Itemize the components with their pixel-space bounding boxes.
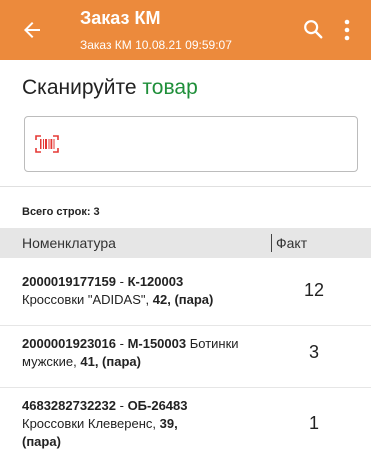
row-line-3: (пара) xyxy=(22,433,272,450)
more-options-icon[interactable] xyxy=(344,18,350,42)
scan-prompt: Сканируйте товар xyxy=(22,76,198,100)
item-article: М-150003 xyxy=(127,336,187,351)
item-size: 41 xyxy=(80,354,95,369)
column-header-fact: Факт xyxy=(276,235,308,251)
column-header-name: Номенклатура xyxy=(22,235,116,251)
row-line-2: мужские, 41, (пара) xyxy=(22,354,141,369)
item-size: 42 xyxy=(152,292,168,307)
rows-count: Всего строк: 3 xyxy=(22,206,100,218)
item-size: 39 xyxy=(159,416,175,431)
item-fact-qty: 12 xyxy=(303,280,325,300)
item-name: Кроссовки "ADIDAS", xyxy=(22,292,153,307)
item-name: Кроссовки Клеверенс, xyxy=(22,416,160,431)
item-article: К-120003 xyxy=(127,274,184,289)
app-bar: Заказ КМ Заказ КМ 10.08.21 09:59:07 xyxy=(0,0,371,60)
item-article: ОБ-26483 xyxy=(127,398,188,413)
table-header: Номенклатура Факт xyxy=(0,228,371,258)
item-name: мужские, xyxy=(22,354,81,369)
search-icon[interactable] xyxy=(302,18,324,40)
item-barcode: 2000019177159 xyxy=(22,274,116,289)
barcode-input[interactable] xyxy=(69,127,353,163)
table-row[interactable]: 2000001923016 - М-150003 Ботинки мужские… xyxy=(0,326,371,388)
scan-prompt-accent: товар xyxy=(142,76,198,99)
row-line-1: 4683282732232 - ОБ-26483 xyxy=(22,398,188,413)
item-barcode: 4683282732232 xyxy=(22,398,116,413)
row-line-2: Кроссовки Клеверенс, 39, xyxy=(22,416,178,431)
divider xyxy=(0,186,371,187)
item-barcode: 2000001923016 xyxy=(22,336,116,351)
item-name-part: Ботинки xyxy=(186,336,239,351)
barcode-scan-icon xyxy=(35,135,59,153)
item-unit: (пара) xyxy=(102,354,141,369)
scan-prompt-text: Сканируйте xyxy=(22,76,137,99)
table-row[interactable]: 2000019177159 - К-120003 Кроссовки "ADID… xyxy=(0,258,371,326)
column-separator[interactable] xyxy=(271,234,272,252)
barcode-input-box[interactable] xyxy=(24,116,358,172)
screen-subtitle: Заказ КМ 10.08.21 09:59:07 xyxy=(80,38,232,52)
back-arrow-icon[interactable] xyxy=(20,18,44,42)
row-line-1: 2000001923016 - М-150003 Ботинки xyxy=(22,336,239,351)
item-fact-qty: 1 xyxy=(308,413,319,433)
row-line-2: Кроссовки "ADIDAS", 42, (пара) xyxy=(22,292,214,307)
item-unit: (пара) xyxy=(22,434,61,449)
table-row[interactable]: 4683282732232 - ОБ-26483 Кроссовки Клеве… xyxy=(0,388,371,463)
item-unit: (пара) xyxy=(174,292,214,307)
row-line-1: 2000019177159 - К-120003 xyxy=(22,274,184,289)
screen-title: Заказ КМ xyxy=(80,8,161,28)
item-fact-qty: 3 xyxy=(308,342,319,362)
